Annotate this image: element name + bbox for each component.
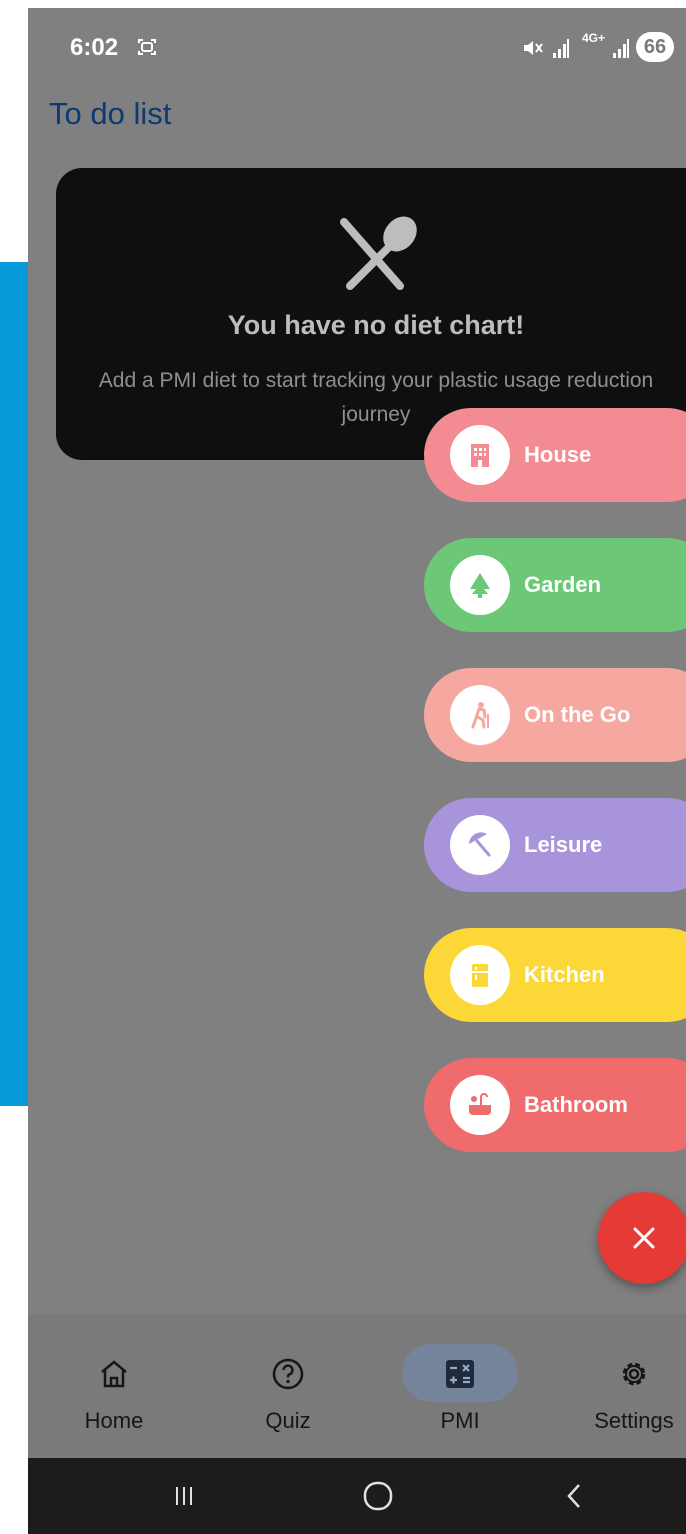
close-icon xyxy=(633,1227,655,1249)
page-title: To do list xyxy=(49,96,172,131)
screen-record-icon xyxy=(138,39,156,55)
system-navigation-bar xyxy=(28,1458,686,1534)
question-circle-icon xyxy=(268,1354,308,1394)
status-bar: 6:02 4G+ 66 xyxy=(28,8,686,88)
building-icon xyxy=(450,425,510,485)
recents-icon[interactable] xyxy=(162,1476,206,1516)
mute-icon xyxy=(524,41,543,55)
gear-icon xyxy=(614,1354,654,1394)
status-time: 6:02 xyxy=(70,34,119,61)
category-garden-button[interactable]: Garden xyxy=(424,538,686,632)
category-label: Bathroom xyxy=(524,1092,628,1117)
category-house-button[interactable]: House xyxy=(424,408,686,502)
fridge-icon xyxy=(450,945,510,1005)
beach-umbrella-icon xyxy=(450,815,510,875)
fork-spoon-icon xyxy=(340,216,417,290)
nav-label: PMI xyxy=(440,1408,480,1433)
nav-quiz[interactable]: Quiz xyxy=(218,1314,358,1458)
category-on-the-go-button[interactable]: On the Go xyxy=(424,668,686,762)
close-speed-dial-button[interactable] xyxy=(598,1192,686,1284)
battery-level: 66 xyxy=(636,32,674,62)
left-background-strip xyxy=(0,262,28,1106)
category-kitchen-button[interactable]: Kitchen xyxy=(424,928,686,1022)
home-circle-icon[interactable] xyxy=(356,1476,400,1516)
category-label: House xyxy=(524,442,592,467)
category-label: On the Go xyxy=(524,702,631,727)
signal-icon xyxy=(613,39,629,58)
tree-icon xyxy=(450,555,510,615)
bathtub-icon xyxy=(450,1075,510,1135)
category-label: Garden xyxy=(524,572,602,597)
category-bathroom-button[interactable]: Bathroom xyxy=(424,1058,686,1152)
network-type: 4G+ xyxy=(582,31,606,45)
category-leisure-button[interactable]: Leisure xyxy=(424,798,686,892)
signal-icon xyxy=(553,39,569,58)
hiker-icon xyxy=(450,685,510,745)
nav-label: Quiz xyxy=(265,1408,311,1433)
nav-pmi[interactable]: PMI xyxy=(390,1314,530,1458)
nav-label: Settings xyxy=(594,1408,674,1433)
nav-label: Home xyxy=(84,1408,144,1433)
nav-home[interactable]: Home xyxy=(44,1314,184,1458)
bottom-navigation: Home Quiz PMI Settings xyxy=(28,1314,686,1458)
home-icon xyxy=(94,1354,134,1394)
back-icon[interactable] xyxy=(552,1476,596,1516)
phone-screen: 6:02 4G+ 66 To do list You have no diet … xyxy=(28,8,686,1534)
nav-settings[interactable]: Settings xyxy=(564,1314,686,1458)
empty-state-title: You have no diet chart! xyxy=(227,310,525,340)
calculator-icon xyxy=(440,1354,480,1394)
category-label: Leisure xyxy=(524,832,603,857)
category-label: Kitchen xyxy=(524,962,605,987)
